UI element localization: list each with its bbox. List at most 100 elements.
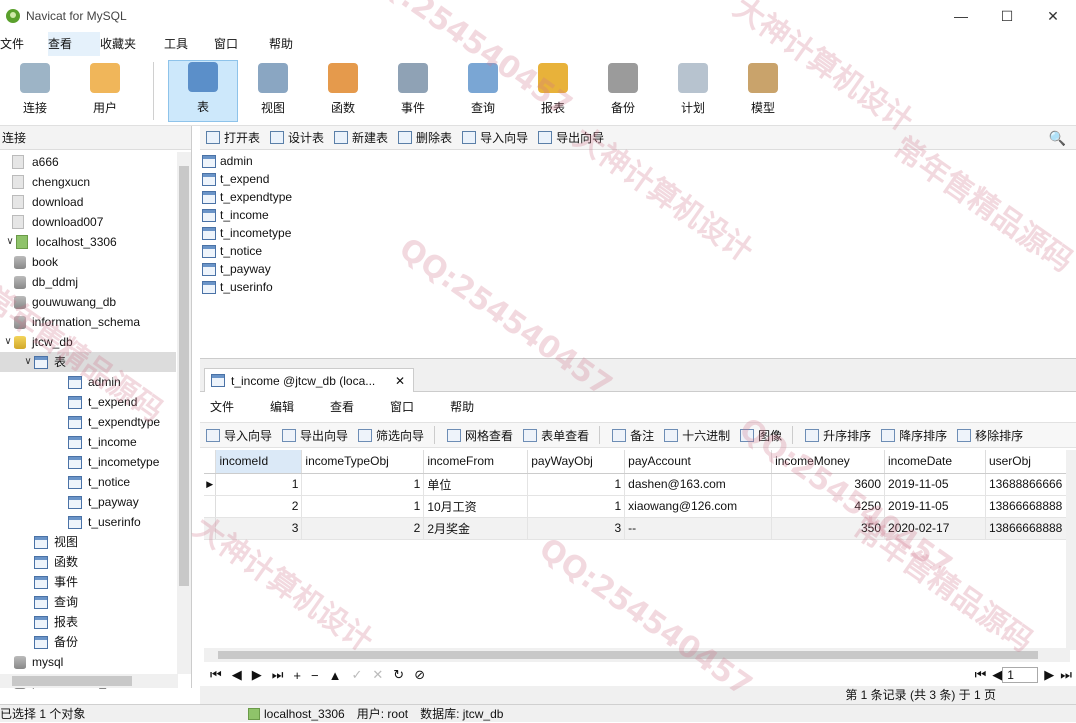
object-list-item[interactable]: t_userinfo — [202, 278, 273, 296]
next-page-button[interactable]: ▶ — [1044, 667, 1054, 683]
object-list-item[interactable]: t_income — [202, 206, 269, 224]
table-window-menu-item[interactable]: 窗口 — [390, 398, 414, 415]
table-window-menu-item[interactable]: 编辑 — [270, 398, 294, 415]
table-cell[interactable]: 1 — [527, 473, 626, 496]
refresh-button[interactable]: ↻ — [393, 667, 404, 683]
table-toolbar-button[interactable]: 筛选向导 — [358, 427, 424, 444]
toolbar-view-button[interactable]: 视图 — [238, 60, 308, 122]
table-row[interactable]: 3 2 2月奖金 3 -- 350 2020-02-17 13866668888 — [204, 517, 1070, 540]
prev-page-button[interactable]: ◀ — [992, 667, 1002, 683]
toolbar-user-button[interactable]: 用户 — [70, 60, 140, 122]
object-list-item[interactable]: t_expend — [202, 170, 269, 188]
tree-hscroll-thumb[interactable] — [12, 676, 132, 686]
tree-item[interactable]: ∨ 表 — [0, 352, 176, 372]
table-cell[interactable]: 单位 — [423, 473, 529, 496]
tree-item[interactable]: download007 — [0, 212, 103, 232]
column-header[interactable]: incomeTypeObj — [301, 450, 425, 474]
table-toolbar-button[interactable]: 升序排序 — [805, 427, 871, 444]
tree-horizontal-scrollbar[interactable] — [0, 674, 178, 688]
expand-arrow-icon[interactable]: ∨ — [2, 332, 14, 352]
tree-item[interactable]: download — [0, 192, 83, 212]
table-cell[interactable]: 3 — [527, 517, 626, 540]
menu-favorites[interactable]: 收藏夹 — [100, 32, 164, 56]
close-button[interactable]: ✕ — [1030, 0, 1076, 32]
toolbar-schedule-button[interactable]: 计划 — [658, 60, 728, 122]
column-header[interactable]: userObj — [985, 450, 1070, 474]
edit-up-button[interactable]: ▲ — [329, 668, 342, 683]
tree-item[interactable]: admin — [0, 372, 121, 392]
expand-arrow-icon[interactable]: ∨ — [22, 352, 34, 372]
table-cell[interactable]: xiaowang@126.com — [624, 495, 773, 518]
object-list-item[interactable]: t_payway — [202, 260, 271, 278]
toolbar-connection-button[interactable]: 连接 — [0, 60, 70, 122]
add-record-button[interactable]: + — [293, 668, 301, 683]
tree-item[interactable]: t_userinfo — [0, 512, 141, 532]
table-cell[interactable]: 13688866666 — [985, 473, 1070, 496]
table-toolbar-button[interactable]: 图像 — [740, 427, 782, 444]
tree-item[interactable]: t_notice — [0, 472, 130, 492]
table-toolbar-button[interactable]: 网格查看 — [447, 427, 513, 444]
first-record-button[interactable]: ⏮ — [210, 667, 222, 683]
table-cell[interactable]: 1 — [301, 473, 425, 496]
pane-splitter[interactable] — [200, 358, 1076, 366]
table-cell[interactable]: 350 — [771, 517, 886, 540]
page-number-input[interactable]: 1 — [1002, 667, 1039, 683]
table-cell[interactable]: 13866668888 — [985, 495, 1070, 518]
grid-horizontal-scrollbar[interactable] — [204, 648, 1070, 662]
table-window-menu-item[interactable]: 帮助 — [450, 398, 474, 415]
table-toolbar-button[interactable]: 表单查看 — [523, 427, 589, 444]
toolbar-event-button[interactable]: 事件 — [378, 60, 448, 122]
object-list-item[interactable]: t_incometype — [202, 224, 291, 242]
tree-item[interactable]: t_expend — [0, 392, 137, 412]
table-toolbar-button[interactable]: 备注 — [612, 427, 654, 444]
toolbar-report-button[interactable]: 报表 — [518, 60, 588, 122]
menu-tools[interactable]: 工具 — [164, 32, 214, 56]
table-cell[interactable]: 1 — [527, 495, 626, 518]
tree-item[interactable]: gouwuwang_db — [0, 292, 116, 312]
table-toolbar-button[interactable]: 导入向导 — [206, 427, 272, 444]
tree-vertical-scrollbar[interactable] — [177, 152, 191, 674]
grid-vertical-scrollbar[interactable] — [1066, 450, 1076, 650]
objbar-button[interactable]: 新建表 — [334, 129, 388, 146]
table-cell[interactable]: -- — [624, 517, 773, 540]
stop-button[interactable]: ⊘ — [414, 667, 425, 683]
table-cell[interactable]: 2 — [215, 495, 303, 518]
tree-item[interactable]: db_ddmj — [0, 272, 78, 292]
table-toolbar-button[interactable]: 降序排序 — [881, 427, 947, 444]
menu-help[interactable]: 帮助 — [269, 32, 309, 56]
minimize-button[interactable]: — — [938, 0, 984, 32]
tree-item[interactable]: 函数 — [0, 552, 78, 572]
tree-item[interactable]: chengxucn — [0, 172, 90, 192]
cancel-edit-button[interactable]: ✕ — [372, 667, 383, 683]
tree-item[interactable]: 视图 — [0, 532, 78, 552]
menu-file[interactable]: 文件 — [0, 32, 48, 56]
objbar-button[interactable]: 打开表 — [206, 129, 260, 146]
maximize-button[interactable]: ☐ — [984, 0, 1030, 32]
last-record-button[interactable]: ⏭ — [272, 667, 284, 683]
table-cell[interactable]: 2019-11-05 — [884, 473, 986, 496]
expand-arrow-icon[interactable]: ∨ — [4, 232, 16, 252]
table-window-menu-item[interactable]: 查看 — [330, 398, 354, 415]
column-header[interactable]: incomeDate — [884, 450, 986, 474]
tree-item[interactable]: mysql — [0, 652, 63, 672]
prev-record-button[interactable]: ◀ — [232, 667, 242, 683]
tab-t-income[interactable]: t_income @jtcw_db (loca... ✕ — [204, 368, 414, 392]
menu-window[interactable]: 窗口 — [214, 32, 269, 56]
objbar-button[interactable]: 导入向导 — [462, 129, 528, 146]
tree-item[interactable]: t_expendtype — [0, 412, 160, 432]
column-header[interactable]: incomeFrom — [423, 450, 529, 474]
table-cell[interactable]: 4250 — [771, 495, 886, 518]
tree-item[interactable]: ∨ localhost_3306 — [0, 232, 117, 252]
object-list-item[interactable]: t_notice — [202, 242, 262, 260]
menu-view[interactable]: 查看 — [48, 32, 100, 56]
column-header[interactable]: payAccount — [624, 450, 773, 474]
tree-item[interactable]: a666 — [0, 152, 59, 172]
toolbar-query-button[interactable]: 查询 — [448, 60, 518, 122]
tree-item[interactable]: ∨ jtcw_db — [0, 332, 72, 352]
toolbar-table-button[interactable]: 表 — [168, 60, 238, 122]
table-row[interactable]: ▶ 1 1 单位 1 dashen@163.com 3600 2019-11-05 136888… — [204, 473, 1070, 496]
table-window-menu-item[interactable]: 文件 — [210, 398, 234, 415]
table-cell[interactable]: 2020-02-17 — [884, 517, 986, 540]
column-header[interactable]: incomeMoney — [771, 450, 886, 474]
first-page-button[interactable]: ⏮ — [975, 667, 987, 683]
